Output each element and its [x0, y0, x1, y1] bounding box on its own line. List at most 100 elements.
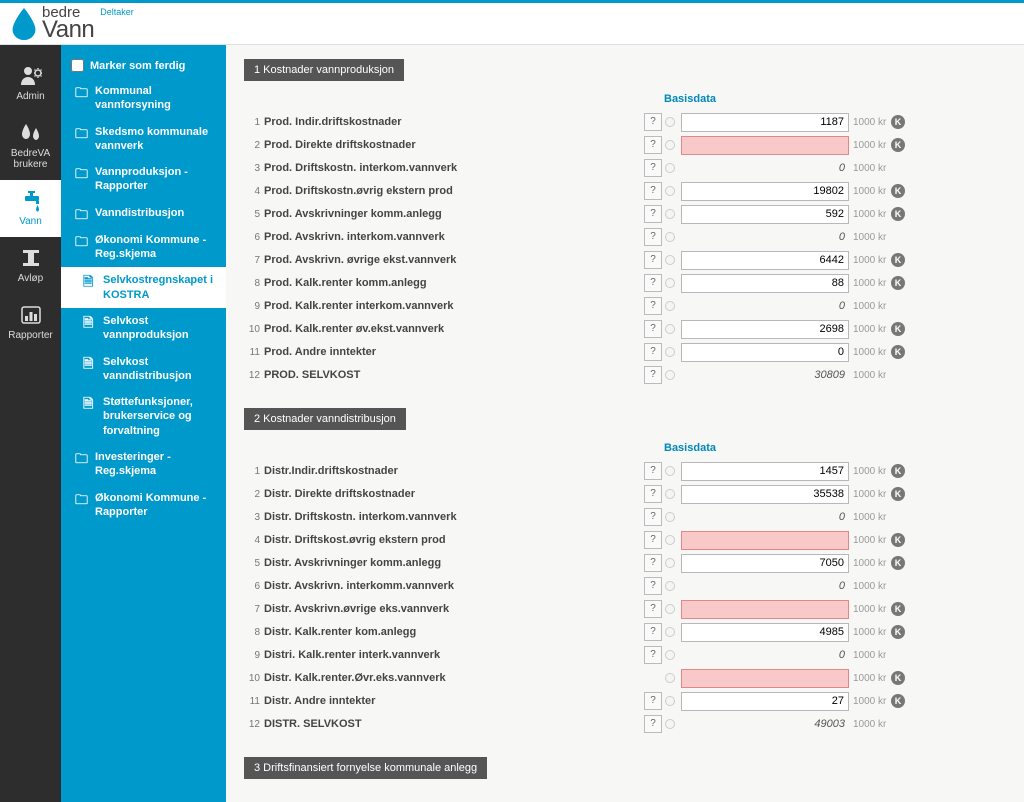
k-badge-icon[interactable]: K — [891, 345, 905, 359]
k-badge-icon[interactable]: K — [891, 322, 905, 336]
sidebar-item-10[interactable]: Økonomi Kommune - Rapporter — [61, 485, 226, 526]
value-input[interactable] — [681, 343, 849, 362]
k-badge-icon[interactable]: K — [891, 556, 905, 570]
value-input[interactable] — [681, 669, 849, 688]
value-input[interactable] — [681, 600, 849, 619]
k-badge-icon[interactable]: K — [891, 207, 905, 221]
unit-label: 1000 kr — [853, 255, 889, 266]
status-dot-icon — [665, 186, 675, 196]
unit-label: 1000 kr — [853, 232, 889, 243]
sidebar-item-7[interactable]: Selvkost vanndistribusjon — [61, 349, 226, 390]
sidebar-item-label: Økonomi Kommune - Reg.skjema — [95, 233, 218, 262]
help-button[interactable]: ? — [644, 136, 662, 154]
status-dot-icon — [665, 370, 675, 380]
document-icon — [83, 396, 97, 410]
sidebar-item-5[interactable]: Selvkostregnskapet i KOSTRA — [61, 267, 226, 308]
nav-vann[interactable]: Vann — [0, 180, 61, 237]
value-input[interactable] — [681, 136, 849, 155]
value-input[interactable] — [681, 462, 849, 481]
help-button[interactable]: ? — [644, 715, 662, 733]
k-badge-icon[interactable]: K — [891, 138, 905, 152]
help-button[interactable]: ? — [644, 485, 662, 503]
k-badge-icon[interactable]: K — [891, 671, 905, 685]
k-badge-icon[interactable]: K — [891, 602, 905, 616]
help-button[interactable]: ? — [644, 320, 662, 338]
help-button[interactable]: ? — [644, 159, 662, 177]
value-input[interactable] — [681, 274, 849, 293]
help-button[interactable]: ? — [644, 623, 662, 641]
help-button[interactable]: ? — [644, 646, 662, 664]
help-button[interactable]: ? — [644, 366, 662, 384]
help-button[interactable]: ? — [644, 113, 662, 131]
k-badge-icon[interactable]: K — [891, 464, 905, 478]
value-input[interactable] — [681, 531, 849, 550]
row-number: 10 — [244, 324, 260, 335]
help-button[interactable]: ? — [644, 182, 662, 200]
help-button[interactable]: ? — [644, 531, 662, 549]
help-button[interactable]: ? — [644, 251, 662, 269]
help-button[interactable]: ? — [644, 577, 662, 595]
sidebar-marker-ferdig[interactable]: Marker som ferdig — [61, 53, 226, 78]
k-badge-icon[interactable]: K — [891, 276, 905, 290]
k-badge-icon[interactable]: K — [891, 625, 905, 639]
value-input[interactable] — [681, 623, 849, 642]
k-badge-icon[interactable]: K — [891, 487, 905, 501]
nav-bedreva-brukere[interactable]: BedreVA brukere — [0, 112, 61, 180]
nav-rapporter[interactable]: Rapporter — [0, 294, 61, 351]
sidebar-item-0[interactable]: Kommunal vannforsyning — [61, 78, 226, 119]
row-label: PROD. SELVKOST — [264, 369, 644, 381]
value-input[interactable] — [681, 182, 849, 201]
help-button[interactable]: ? — [644, 205, 662, 223]
row-number: 1 — [244, 466, 260, 477]
help-button[interactable]: ? — [644, 692, 662, 710]
k-badge-icon[interactable]: K — [891, 115, 905, 129]
value-input[interactable] — [681, 554, 849, 573]
row-number: 3 — [244, 163, 260, 174]
help-button[interactable]: ? — [644, 228, 662, 246]
row-number: 7 — [244, 604, 260, 615]
nav-admin[interactable]: Admin — [0, 55, 61, 112]
k-badge-icon[interactable]: K — [891, 253, 905, 267]
value-input[interactable] — [681, 113, 849, 132]
sidebar-item-4[interactable]: Økonomi Kommune - Reg.skjema — [61, 227, 226, 268]
value-input[interactable] — [681, 485, 849, 504]
sidebar-item-3[interactable]: Vanndistribusjon — [61, 200, 226, 227]
unit-label: 1000 kr — [853, 278, 889, 289]
sidebar-item-6[interactable]: Selvkost vannproduksjon — [61, 308, 226, 349]
sidebar-item-label: Selvkost vanndistribusjon — [103, 355, 218, 384]
unit-label: 1000 kr — [853, 324, 889, 335]
help-button[interactable]: ? — [644, 297, 662, 315]
status-dot-icon — [665, 558, 675, 568]
k-badge-icon[interactable]: K — [891, 694, 905, 708]
k-badge-icon[interactable]: K — [891, 533, 905, 547]
help-button[interactable]: ? — [644, 462, 662, 480]
row-label: Distr. Kalk.renter kom.anlegg — [264, 626, 644, 638]
sidebar-item-9[interactable]: Investeringer - Reg.skjema — [61, 444, 226, 485]
folder-icon — [75, 451, 89, 465]
sidebar-item-2[interactable]: Vannproduksjon - Rapporter — [61, 159, 226, 200]
help-button[interactable]: ? — [644, 343, 662, 361]
sidebar-item-label: Vanndistribusjon — [95, 206, 184, 220]
logo-text-vann: Vann — [42, 19, 94, 41]
value-input[interactable] — [681, 320, 849, 339]
value-input[interactable] — [681, 251, 849, 270]
help-button[interactable]: ? — [644, 554, 662, 572]
help-button[interactable]: ? — [644, 600, 662, 618]
row-label: Distr. Avskrivninger komm.anlegg — [264, 557, 644, 569]
unit-label: 1000 kr — [853, 673, 889, 684]
help-button[interactable]: ? — [644, 508, 662, 526]
value-input[interactable] — [681, 692, 849, 711]
sidebar-item-8[interactable]: Støttefunksjoner, brukerservice og forva… — [61, 389, 226, 444]
value-input[interactable] — [681, 205, 849, 224]
unit-label: 1000 kr — [853, 209, 889, 220]
help-button[interactable]: ? — [644, 274, 662, 292]
k-badge-icon[interactable]: K — [891, 184, 905, 198]
value-readonly: 30809 — [681, 369, 849, 381]
data-row: 10Distr. Kalk.renter.Øvr.eks.vannverk100… — [244, 667, 1006, 689]
sidebar: Marker som ferdig Kommunal vannforsyning… — [61, 45, 226, 802]
data-row: 4Distr. Driftskost.øvrig ekstern prod?10… — [244, 529, 1006, 551]
nav-avlop[interactable]: Avløp — [0, 237, 61, 294]
sidebar-item-1[interactable]: Skedsmo kommunale vannverk — [61, 119, 226, 160]
marker-ferdig-checkbox[interactable] — [71, 59, 84, 72]
row-number: 9 — [244, 301, 260, 312]
